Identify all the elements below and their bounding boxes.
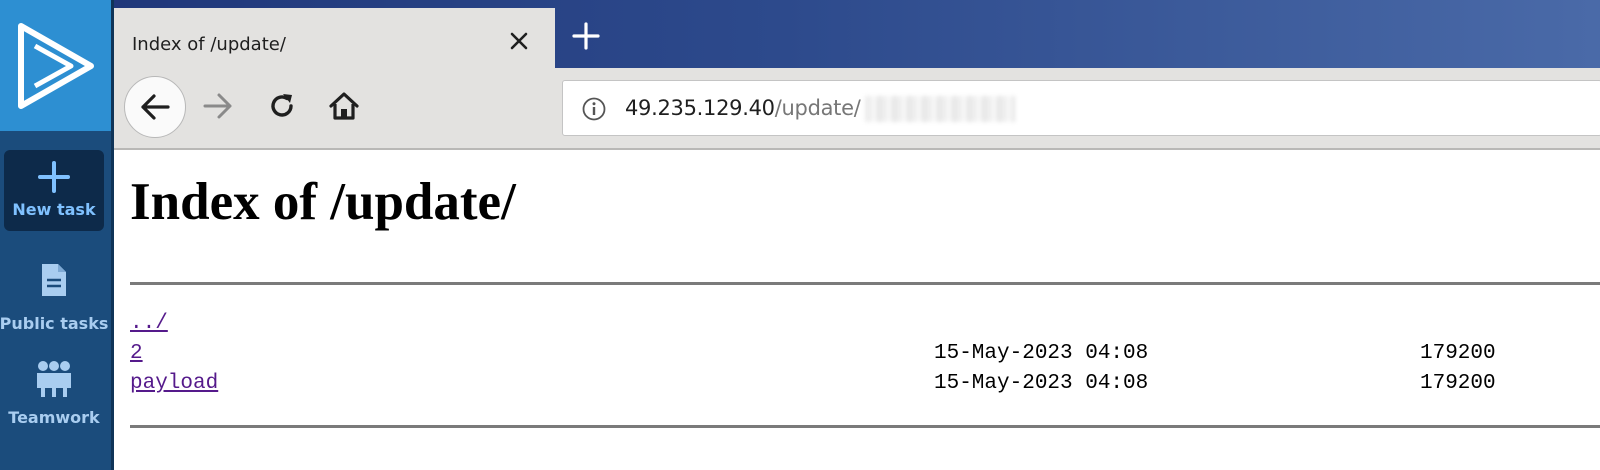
- reload-icon: [271, 94, 293, 117]
- list-item: ../: [130, 312, 1600, 342]
- back-button[interactable]: [124, 76, 186, 138]
- tab-title: Index of /update/: [132, 34, 286, 55]
- list-item: payload 15-May-2023 04:08 179200: [130, 372, 1600, 402]
- new-task-button[interactable]: New task: [4, 150, 104, 231]
- info-icon: [582, 97, 606, 121]
- home-button[interactable]: [326, 88, 362, 124]
- parent-directory-link[interactable]: ../: [130, 312, 168, 335]
- teamwork-button[interactable]: Teamwork: [4, 360, 104, 440]
- browser-window: Index of /update/ 49.235.129.40/update/ …: [114, 0, 1600, 470]
- file-size: 179200: [1420, 372, 1496, 395]
- divider-bottom: [130, 425, 1600, 428]
- file-link[interactable]: payload: [130, 372, 218, 395]
- tab-close-button[interactable]: [504, 26, 534, 56]
- file-date: 15-May-2023 04:08: [934, 342, 1149, 365]
- file-date: 15-May-2023 04:08: [934, 372, 1149, 395]
- page-title: Index of /update/: [130, 173, 516, 231]
- new-task-label: New task: [12, 200, 96, 219]
- divider-top: [130, 282, 1600, 285]
- teamwork-label: Teamwork: [8, 408, 100, 427]
- tab-strip: Index of /update/: [114, 0, 1600, 68]
- file-size: 179200: [1420, 342, 1496, 365]
- plus-icon: [38, 161, 70, 193]
- address-bar[interactable]: 49.235.129.40/update/: [562, 80, 1600, 136]
- page-content: Index of /update/ ../ 2 15-May-2023 04:0…: [114, 150, 1600, 470]
- list-item: 2 15-May-2023 04:08 179200: [130, 342, 1600, 372]
- app-logo[interactable]: [0, 0, 111, 131]
- close-icon: [510, 32, 528, 50]
- plus-icon: [572, 22, 600, 50]
- public-tasks-button[interactable]: Public tasks: [0, 262, 108, 342]
- arrow-left-icon: [141, 94, 170, 120]
- directory-listing: ../ 2 15-May-2023 04:08 179200 payload 1…: [130, 312, 1600, 402]
- file-link[interactable]: 2: [130, 342, 143, 365]
- tab-index-update[interactable]: Index of /update/: [114, 8, 555, 68]
- redacted-region: [864, 96, 1015, 122]
- arrow-right-icon: [203, 93, 232, 119]
- app-sidebar: New task Public tasks Teamwork: [0, 0, 114, 470]
- play-triangle-logo-icon: [17, 22, 94, 109]
- forward-button[interactable]: [200, 88, 236, 124]
- public-tasks-label: Public tasks: [0, 314, 109, 333]
- url-host: 49.235.129.40: [625, 96, 775, 120]
- site-info-button[interactable]: [581, 96, 607, 122]
- navigation-bar: 49.235.129.40/update/: [114, 68, 1600, 150]
- people-icon: [37, 361, 71, 397]
- home-icon: [329, 92, 359, 120]
- new-tab-button[interactable]: [566, 16, 606, 56]
- reload-button[interactable]: [264, 88, 300, 124]
- url-path: /update/: [774, 96, 861, 120]
- url-text[interactable]: 49.235.129.40/update/: [625, 96, 1015, 122]
- document-icon: [42, 264, 66, 296]
